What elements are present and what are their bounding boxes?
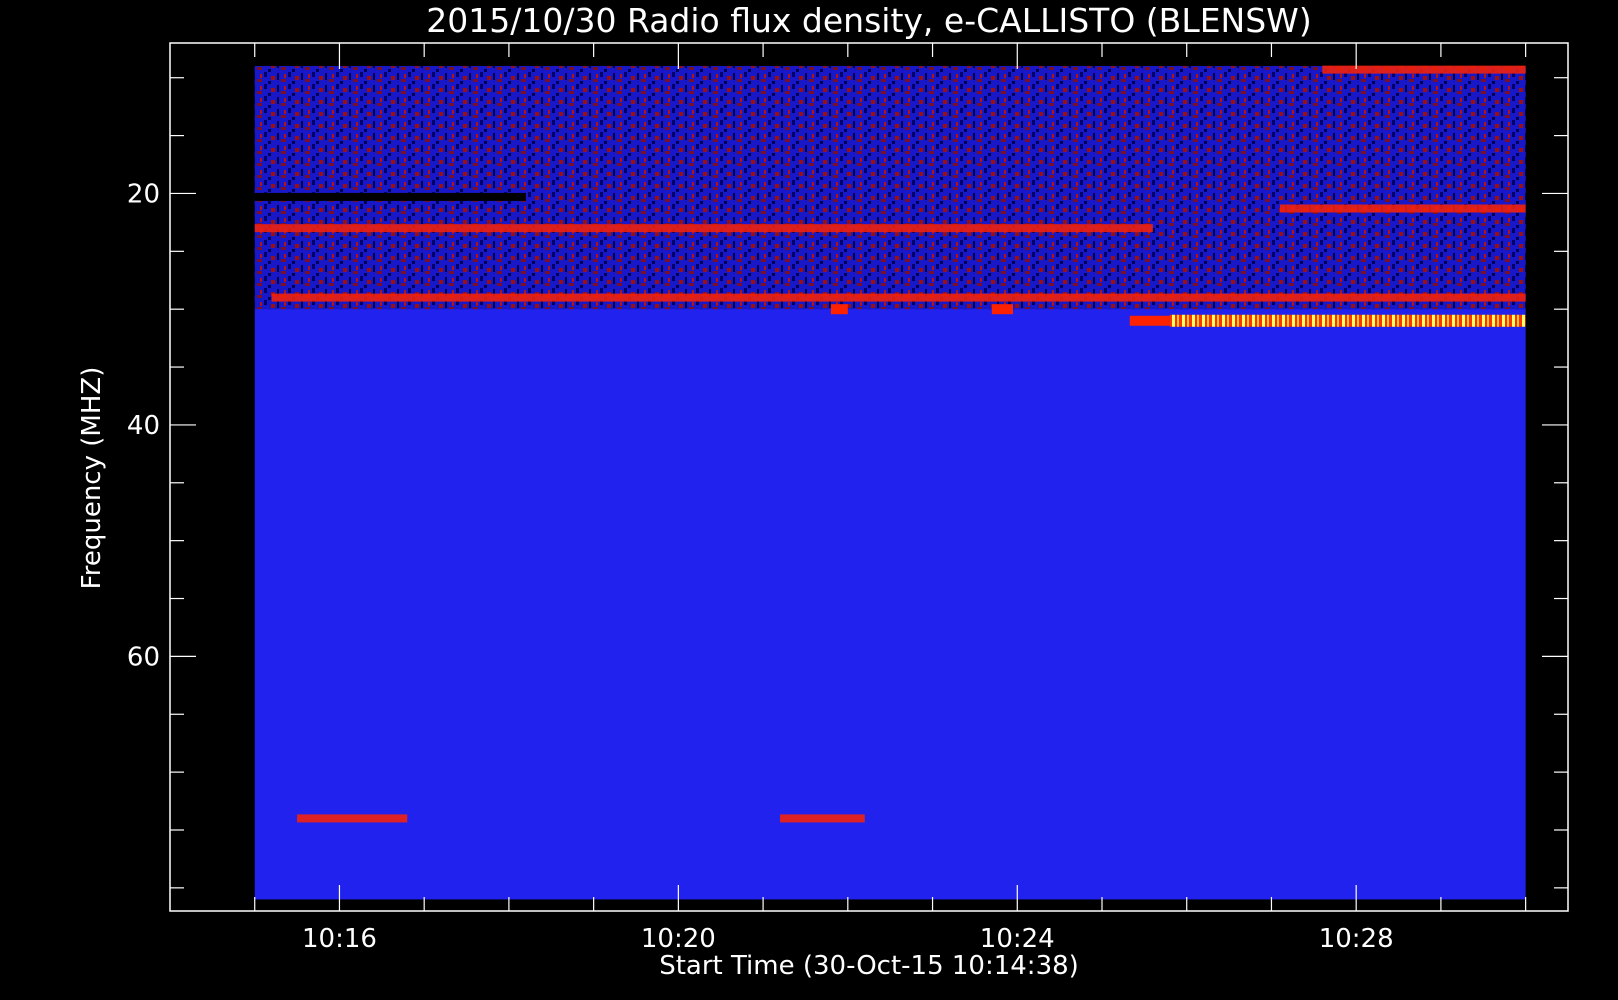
y-tick-label: 40 bbox=[127, 411, 160, 441]
spectrogram-plot-area bbox=[254, 65, 1526, 900]
x-tick-label: 10:28 bbox=[1319, 924, 1394, 954]
x-axis-label: Start Time (30-Oct-15 10:14:38) bbox=[659, 951, 1079, 981]
x-tick-label: 10:20 bbox=[641, 924, 716, 954]
red-spot-10 bbox=[991, 304, 1014, 315]
x-tick-label: 10:16 bbox=[302, 924, 377, 954]
red-line-2 bbox=[254, 224, 1153, 233]
bright-burst bbox=[1169, 314, 1526, 327]
red-spot-9 bbox=[830, 304, 848, 315]
x-tick-label: 10:24 bbox=[980, 924, 1055, 954]
radio-spectrogram-chart: 2015/10/30 Radio flux density, e-CALLIST… bbox=[77, 1, 1569, 981]
red-line-5 bbox=[1322, 65, 1526, 74]
red-line-7 bbox=[780, 814, 865, 823]
y-tick-label: 60 bbox=[127, 642, 160, 672]
noisy-band bbox=[254, 66, 1526, 310]
red-line-6 bbox=[297, 814, 408, 823]
red-line-3 bbox=[271, 293, 1526, 302]
red-line-4 bbox=[1279, 204, 1526, 213]
dark-line-1 bbox=[254, 192, 526, 201]
y-axis-label: Frequency (MHZ) bbox=[77, 367, 107, 590]
chart-title: 2015/10/30 Radio flux density, e-CALLIST… bbox=[426, 1, 1311, 40]
burst-onset bbox=[1129, 315, 1170, 326]
y-tick-label: 20 bbox=[127, 179, 160, 209]
